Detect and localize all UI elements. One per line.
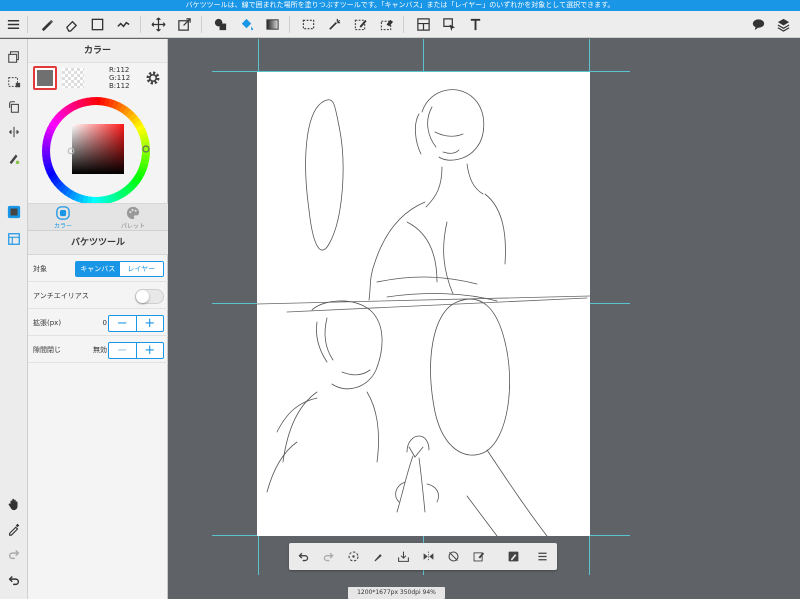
- rgb-b: B:112: [109, 82, 130, 90]
- top-toolbar: [0, 11, 800, 38]
- brush-panel-icon[interactable]: [4, 229, 24, 249]
- tab-palette-label: パレット: [120, 223, 145, 230]
- main-color-swatch[interactable]: [33, 66, 57, 90]
- flip-icon[interactable]: [4, 122, 24, 142]
- swatch-row: R:112 G:112 B:112: [28, 63, 167, 93]
- antialias-toggle[interactable]: [135, 289, 164, 304]
- magic-wand-icon[interactable]: [324, 14, 345, 35]
- sketch-drawing: [256, 89, 591, 537]
- edit-icon[interactable]: [505, 548, 522, 565]
- eyedropper-icon[interactable]: [4, 519, 24, 539]
- color-tab-icon: [56, 206, 70, 220]
- palette-icon: [126, 206, 140, 220]
- frame-divide-icon[interactable]: [413, 14, 434, 35]
- speech-bubble-icon[interactable]: [748, 14, 769, 35]
- menu-icon[interactable]: [3, 14, 24, 35]
- transform-icon[interactable]: [174, 14, 195, 35]
- undo-icon[interactable]: [4, 570, 24, 590]
- target-option-layer[interactable]: レイヤー: [119, 262, 163, 276]
- tab-color-label: カラー: [53, 223, 72, 230]
- left-tool-rail: [0, 39, 28, 599]
- canvas-action-bar: [289, 543, 557, 570]
- rotate-canvas-icon[interactable]: [345, 548, 362, 565]
- select-area-icon[interactable]: [4, 72, 24, 92]
- tool-hint-bar: バケツツールは、線で囲まれた場所を塗りつぶすツールです。「キャンバス」または「レ…: [0, 0, 800, 11]
- gear-icon[interactable]: [145, 70, 161, 86]
- select-pen-icon[interactable]: [350, 14, 371, 35]
- gap-close-label: 隙間閉じ: [33, 346, 61, 354]
- fill-shape-icon[interactable]: [210, 14, 231, 35]
- rgb-readout: R:112 G:112 B:112: [109, 66, 130, 90]
- hand-icon[interactable]: [4, 494, 24, 514]
- tab-color[interactable]: カラー: [28, 204, 98, 232]
- gradient-icon[interactable]: [262, 14, 283, 35]
- save-icon[interactable]: [395, 548, 412, 565]
- gap-close-row: 隙間閉じ 無効 − +: [28, 337, 168, 363]
- expand-stepper: − +: [108, 315, 164, 332]
- canvas-status: 1200*1677px 350dpi 94%: [348, 587, 445, 599]
- toggle-knob: [136, 290, 149, 303]
- target-row: 対象 キャンバス レイヤー: [28, 256, 168, 282]
- gap-close-minus-button[interactable]: −: [109, 343, 137, 358]
- target-label: 対象: [33, 265, 47, 273]
- gap-close-value: 無効: [93, 346, 107, 354]
- reset-rotation-icon[interactable]: [445, 548, 462, 565]
- redo-icon[interactable]: [4, 544, 24, 564]
- bucket-icon[interactable]: [236, 14, 257, 35]
- antialias-row: アンチエイリアス: [28, 283, 168, 309]
- eraser-icon[interactable]: [61, 14, 82, 35]
- select-edit-icon[interactable]: [470, 548, 487, 565]
- move-icon[interactable]: [148, 14, 169, 35]
- expand-plus-button[interactable]: +: [137, 316, 164, 331]
- menu-icon[interactable]: [534, 548, 551, 565]
- target-segmented-control: キャンバス レイヤー: [75, 261, 164, 277]
- pen-color-icon[interactable]: [4, 148, 24, 168]
- flip-canvas-icon[interactable]: [420, 548, 437, 565]
- canvas-page[interactable]: [256, 72, 591, 537]
- color-panel-tabs: カラー パレット: [28, 203, 168, 231]
- expand-label: 拡張(px): [33, 319, 62, 327]
- color-panel-icon[interactable]: [4, 202, 24, 222]
- brush-icon[interactable]: [36, 14, 57, 35]
- pen-icon[interactable]: [370, 548, 387, 565]
- gap-close-plus-button[interactable]: +: [137, 343, 164, 358]
- dot-brush-icon[interactable]: [113, 14, 134, 35]
- gap-close-stepper: − +: [108, 342, 164, 359]
- rotate-icon[interactable]: [4, 97, 24, 117]
- rectangle-select-tool-icon[interactable]: [87, 14, 108, 35]
- target-option-canvas[interactable]: キャンバス: [76, 262, 120, 276]
- tool-panel-title: バケツツール: [28, 231, 168, 255]
- expand-minus-button[interactable]: −: [109, 316, 137, 331]
- tab-palette[interactable]: パレット: [98, 204, 168, 232]
- redo-icon[interactable]: [320, 548, 337, 565]
- marquee-select-icon[interactable]: [298, 14, 319, 35]
- color-panel-title: カラー: [28, 39, 167, 63]
- object-select-icon[interactable]: [439, 14, 460, 35]
- rgb-r: R:112: [109, 66, 130, 74]
- layers-icon[interactable]: [773, 14, 794, 35]
- text-icon[interactable]: [465, 14, 486, 35]
- copy-layer-icon[interactable]: [4, 47, 24, 67]
- rgb-g: G:112: [109, 74, 131, 82]
- undo-icon[interactable]: [295, 548, 312, 565]
- sub-color-swatch[interactable]: [62, 68, 84, 88]
- expand-value: 0: [102, 319, 107, 327]
- select-eraser-icon[interactable]: [376, 14, 397, 35]
- expand-row: 拡張(px) 0 − +: [28, 310, 168, 336]
- antialias-label: アンチエイリアス: [33, 292, 89, 300]
- color-wheel[interactable]: [42, 97, 150, 205]
